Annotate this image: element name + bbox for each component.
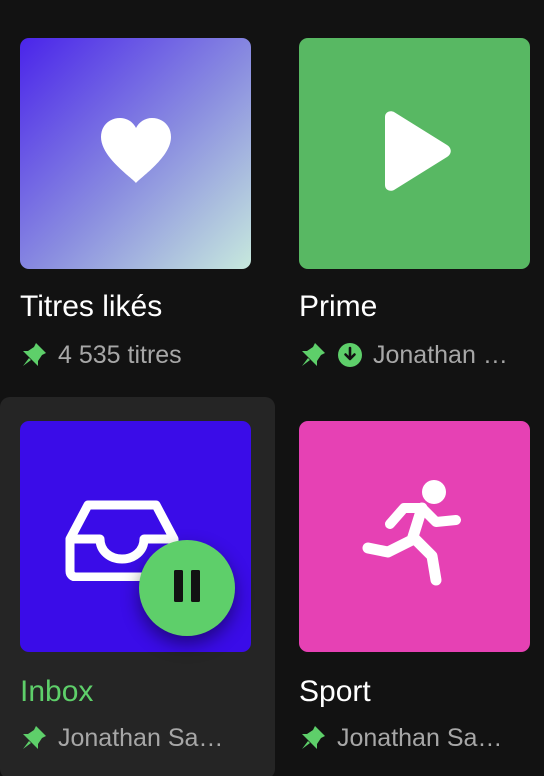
play-icon <box>375 109 455 198</box>
playlist-owner: Jonathan Sa… <box>58 725 224 751</box>
running-icon <box>360 478 470 595</box>
playlist-meta: 4 535 titres <box>20 341 250 369</box>
playlist-title: Inbox <box>20 675 94 708</box>
pause-icon <box>171 568 203 609</box>
track-count: 4 535 titres <box>58 342 182 368</box>
playlist-card-liked-songs[interactable]: Titres likés 4 535 titres <box>0 0 256 369</box>
playlist-card-inbox[interactable]: Inbox Jonathan Sa… <box>0 397 275 776</box>
playlist-title: Sport <box>299 675 371 708</box>
playlist-card-prime[interactable]: Prime Jonathan … <box>279 0 535 367</box>
playlist-owner: Jonathan … <box>373 342 508 368</box>
playlist-meta: Jonathan … <box>299 341 544 369</box>
playlist-title: Prime <box>299 290 378 323</box>
playlist-meta: Jonathan Sa… <box>20 724 250 752</box>
playlist-cover[interactable] <box>20 38 251 269</box>
pin-icon <box>20 724 48 752</box>
pin-icon <box>299 724 327 752</box>
pin-icon <box>299 341 327 369</box>
heart-icon <box>97 115 175 192</box>
playlist-cover[interactable] <box>299 38 530 269</box>
playlist-title: Titres likés <box>20 290 163 323</box>
downloaded-icon <box>337 342 363 368</box>
playlist-meta: Jonathan Sa… <box>299 724 529 752</box>
playlist-grid: Titres likés 4 535 titres Prime Jonathan… <box>0 0 544 776</box>
pin-icon <box>20 341 48 369</box>
playlist-owner: Jonathan Sa… <box>337 725 503 751</box>
playlist-cover[interactable] <box>299 421 530 652</box>
playlist-card-sport[interactable]: Sport Jonathan Sa… <box>279 397 535 776</box>
pause-button[interactable] <box>139 540 235 636</box>
